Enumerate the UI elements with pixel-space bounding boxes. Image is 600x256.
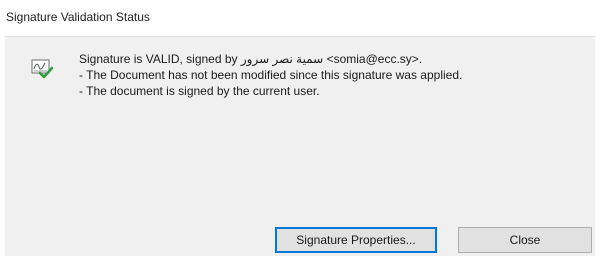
validation-message: Signature is VALID, signed by سمية نصر س… (79, 51, 462, 99)
message-line-not-modified: - The Document has not been modified sin… (79, 68, 463, 82)
dialog-title: Signature Validation Status (6, 10, 150, 24)
dialog-titlebar: Signature Validation Status (0, 0, 600, 36)
message-line-validity: Signature is VALID, signed by سمية نصر س… (79, 52, 423, 66)
message-line-signed-by-user: - The document is signed by the current … (79, 84, 320, 98)
signature-properties-button[interactable]: Signature Properties... (275, 227, 437, 253)
signature-valid-icon (31, 57, 54, 79)
close-button[interactable]: Close (458, 227, 592, 253)
signature-validation-dialog: Signature Validation Status Signature is… (0, 0, 600, 256)
dialog-content: Signature is VALID, signed by سمية نصر س… (5, 36, 595, 256)
